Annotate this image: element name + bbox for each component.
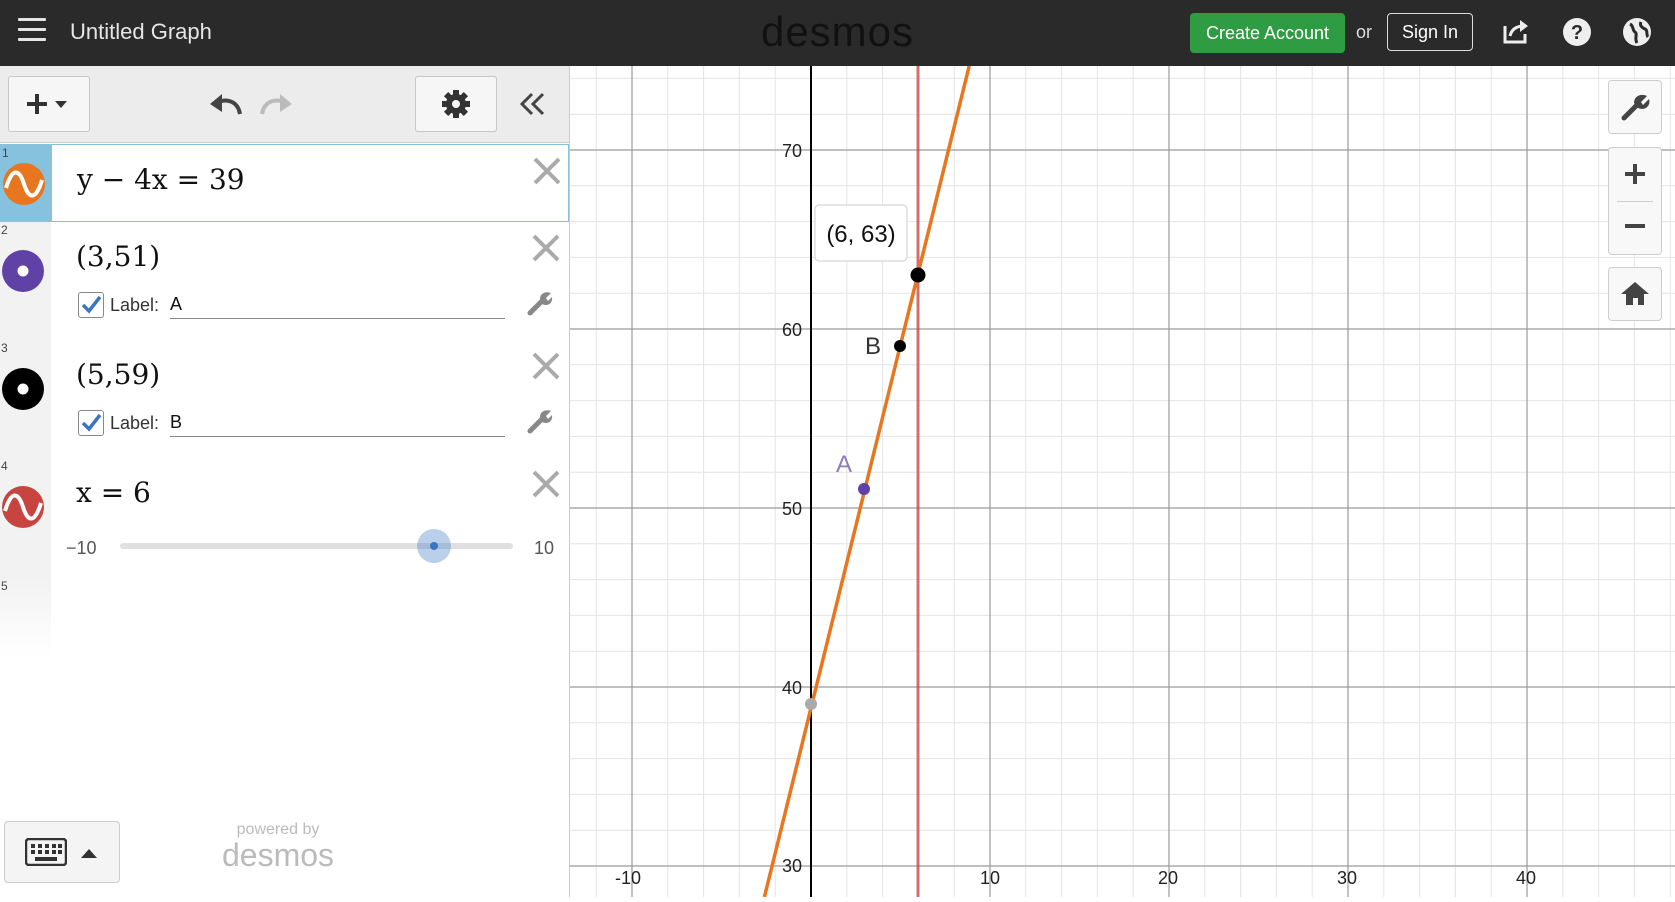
graph-canvas[interactable]: -10 10 20 30 40 70 60 50 40 30 A B (6, 6… bbox=[570, 65, 1675, 898]
sign-in-button[interactable]: Sign In bbox=[1387, 13, 1473, 51]
globe-icon[interactable] bbox=[1621, 16, 1653, 48]
label-caption: Label: bbox=[110, 413, 160, 433]
row-number: 3 bbox=[1, 341, 8, 355]
expression-math[interactable]: x = 6 bbox=[76, 476, 151, 509]
expression-gutter: 1 bbox=[1, 145, 52, 221]
row-number: 1 bbox=[2, 146, 9, 160]
delete-expression-icon[interactable] bbox=[530, 350, 562, 382]
default-viewport-button[interactable] bbox=[1608, 267, 1662, 321]
expression-gutter: 5 bbox=[0, 578, 51, 658]
point-B[interactable] bbox=[894, 340, 906, 352]
graph-settings-button[interactable] bbox=[1608, 80, 1662, 134]
wrench-icon[interactable] bbox=[526, 289, 554, 317]
intersection-point[interactable] bbox=[910, 267, 926, 283]
slider-max: 10 bbox=[534, 538, 555, 558]
coordinate-tooltip-text: (6, 63) bbox=[826, 221, 895, 248]
point-label-B: B bbox=[865, 333, 881, 360]
expression-math[interactable]: y − 4x = 39 bbox=[77, 163, 245, 196]
sine-wave-icon[interactable] bbox=[2, 162, 46, 206]
y-tick-label: 60 bbox=[782, 320, 802, 340]
expression-gutter: 2 bbox=[0, 222, 51, 340]
delete-expression-icon[interactable] bbox=[531, 155, 563, 187]
slider-track[interactable] bbox=[120, 543, 513, 549]
graph-paper[interactable]: -10 10 20 30 40 70 60 50 40 30 A B (6, 6… bbox=[570, 65, 1675, 898]
y-tick-label: 50 bbox=[782, 499, 802, 519]
svg-text:?: ? bbox=[1571, 22, 1583, 44]
wrench-icon bbox=[1621, 94, 1650, 121]
point-icon[interactable] bbox=[1, 249, 45, 293]
powered-by: powered by desmos bbox=[222, 821, 334, 871]
label-input[interactable]: A bbox=[170, 290, 505, 319]
create-account-button[interactable]: Create Account bbox=[1190, 13, 1345, 53]
point-label-A: A bbox=[836, 451, 852, 478]
keyboard-icon bbox=[25, 838, 67, 866]
delete-expression-icon[interactable] bbox=[530, 468, 562, 500]
point-icon[interactable] bbox=[1, 367, 45, 411]
y-tick-label: 30 bbox=[782, 856, 802, 876]
row-number: 5 bbox=[1, 579, 8, 593]
expression-math[interactable]: (3,51) bbox=[76, 240, 160, 273]
expression-math[interactable]: (5,59) bbox=[76, 358, 160, 391]
minor-gridlines bbox=[570, 66, 1675, 897]
plus-icon bbox=[27, 94, 67, 114]
label-checkbox[interactable] bbox=[78, 292, 104, 318]
top-bar: Untitled Graph desmos Create Account or … bbox=[0, 0, 1675, 66]
y-tick-labels: 70 60 50 40 30 bbox=[782, 141, 802, 876]
help-icon[interactable]: ? bbox=[1561, 16, 1593, 48]
keypad-toggle-button[interactable] bbox=[4, 821, 120, 883]
menu-icon[interactable] bbox=[18, 18, 46, 42]
x-tick-label: 40 bbox=[1516, 868, 1536, 888]
slider-min: −10 bbox=[66, 538, 97, 558]
expression-gutter: 3 bbox=[0, 340, 51, 458]
y-tick-label: 40 bbox=[782, 678, 802, 698]
y-tick-label: 70 bbox=[782, 141, 802, 161]
major-gridlines bbox=[570, 66, 1675, 897]
expression-row-1[interactable]: 1 y − 4x = 39 bbox=[0, 144, 569, 222]
settings-button[interactable] bbox=[415, 76, 497, 132]
expression-row-4[interactable]: 4 x = 6 −10 10 bbox=[0, 458, 569, 579]
expression-gutter: 4 bbox=[0, 458, 51, 578]
slider-handle[interactable] bbox=[417, 529, 452, 563]
or-text: or bbox=[1356, 22, 1373, 42]
line-y-4x-39[interactable] bbox=[762, 65, 971, 898]
expression-row-2[interactable]: 2 (3,51) Label: A bbox=[0, 222, 569, 341]
expression-toolbar bbox=[0, 66, 569, 143]
point-A[interactable] bbox=[858, 483, 870, 495]
wrench-icon[interactable] bbox=[526, 407, 554, 435]
row-number: 2 bbox=[1, 223, 8, 237]
add-item-button[interactable] bbox=[8, 76, 90, 132]
home-icon bbox=[1621, 282, 1649, 305]
powered-by-logo: desmos bbox=[222, 837, 335, 873]
collapse-panel-icon[interactable] bbox=[516, 88, 548, 120]
x-tick-label: 10 bbox=[980, 868, 1000, 888]
x-tick-label: 30 bbox=[1337, 868, 1357, 888]
label-checkbox[interactable] bbox=[78, 410, 104, 436]
row-number: 4 bbox=[1, 459, 8, 473]
sine-wave-icon[interactable] bbox=[1, 485, 45, 529]
label-input[interactable]: B bbox=[170, 408, 505, 437]
caret-up-icon bbox=[81, 849, 97, 858]
x-tick-labels: -10 10 20 30 40 bbox=[615, 868, 1536, 888]
delete-expression-icon[interactable] bbox=[530, 232, 562, 264]
zoom-controls bbox=[1608, 147, 1662, 255]
label-caption: Label: bbox=[110, 295, 160, 315]
zoom-in-icon[interactable] bbox=[1609, 148, 1661, 200]
y-intercept-point[interactable] bbox=[805, 698, 817, 710]
graph-title[interactable]: Untitled Graph bbox=[70, 19, 212, 45]
zoom-out-icon[interactable] bbox=[1609, 202, 1661, 254]
undo-icon[interactable] bbox=[206, 88, 246, 120]
expression-panel: 1 y − 4x = 39 2 (3,51) Label: A 3 (5,59)… bbox=[0, 66, 570, 897]
expression-row-3[interactable]: 3 (5,59) Label: B bbox=[0, 340, 569, 459]
expression-row-5[interactable]: 5 bbox=[0, 578, 569, 658]
x-tick-label: -10 bbox=[615, 868, 641, 888]
share-icon[interactable] bbox=[1500, 16, 1532, 48]
redo-icon[interactable] bbox=[256, 88, 296, 120]
gear-icon bbox=[442, 90, 470, 118]
x-tick-label: 20 bbox=[1158, 868, 1178, 888]
